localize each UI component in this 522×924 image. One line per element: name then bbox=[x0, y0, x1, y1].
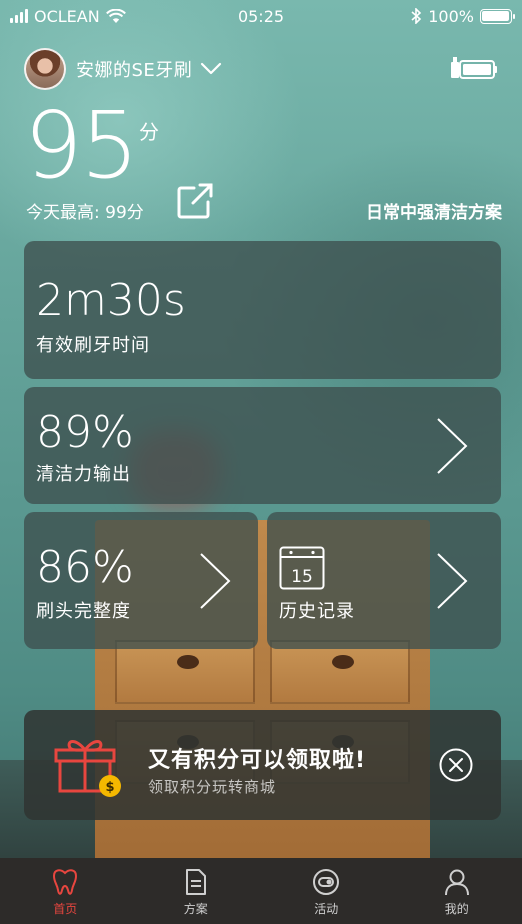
tab-plan[interactable]: 方案 bbox=[131, 858, 262, 924]
person-icon bbox=[444, 869, 469, 896]
tab-activity[interactable]: 活动 bbox=[261, 858, 392, 924]
chevron-right-icon bbox=[437, 553, 468, 609]
clock: 05:25 bbox=[237, 6, 285, 26]
battery-percentage: 100% bbox=[428, 6, 474, 26]
chevron-down-icon[interactable] bbox=[200, 62, 222, 76]
promo-title: 又有积分可以领取啦! bbox=[148, 748, 367, 773]
device-name[interactable]: 安娜的SE牙刷 bbox=[76, 56, 192, 82]
history-label: 历史记录 bbox=[279, 601, 355, 622]
avatar[interactable] bbox=[24, 48, 66, 90]
gift-icon: $ bbox=[54, 740, 121, 797]
clean-power-value: 89% bbox=[36, 407, 134, 458]
history-card[interactable]: 15 历史记录 bbox=[267, 512, 501, 649]
toothbrush-battery-icon[interactable] bbox=[450, 56, 498, 82]
clean-power-card[interactable]: 89% 清洁力输出 bbox=[24, 387, 501, 504]
tab-label: 我的 bbox=[444, 902, 469, 916]
brush-time-label: 有效刷牙时间 bbox=[36, 335, 150, 356]
calendar-day: 15 bbox=[291, 567, 313, 587]
brush-head-label: 刷头完整度 bbox=[36, 601, 131, 622]
cellular-signal-icon bbox=[10, 9, 28, 23]
wifi-icon bbox=[105, 8, 126, 23]
brush-time-card: 2m30s 有效刷牙时间 bbox=[24, 241, 501, 379]
score-unit: 分 bbox=[139, 120, 159, 144]
tab-profile[interactable]: 我的 bbox=[392, 858, 522, 924]
today-best-score: 今天最高: 99分 bbox=[26, 203, 144, 223]
device-selector[interactable]: 安娜的SE牙刷 bbox=[24, 46, 498, 92]
brush-time-value: 2m30s bbox=[36, 275, 186, 326]
clean-power-label: 清洁力输出 bbox=[36, 464, 131, 485]
dresser-drawer bbox=[270, 640, 410, 704]
promo-subtitle: 领取积分玩转商城 bbox=[148, 778, 277, 796]
close-icon[interactable] bbox=[439, 748, 473, 782]
carrier-name: OCLEAN bbox=[34, 6, 100, 26]
svg-text:$: $ bbox=[105, 780, 114, 795]
chevron-right-icon bbox=[200, 553, 231, 609]
chevron-right-icon bbox=[437, 418, 468, 474]
plan-name-link[interactable]: 日常中强清洁方案 bbox=[366, 198, 502, 223]
dresser-knob bbox=[332, 655, 354, 669]
document-icon bbox=[185, 869, 206, 895]
tab-label: 首页 bbox=[53, 902, 78, 916]
share-icon[interactable] bbox=[176, 182, 214, 220]
tooth-icon bbox=[53, 869, 78, 895]
status-bar: OCLEAN 05:25 100% bbox=[0, 0, 522, 32]
bluetooth-icon bbox=[411, 8, 422, 24]
tab-home[interactable]: 首页 bbox=[0, 858, 131, 924]
bottom-tab-bar: 首页 方案 活动 我的 bbox=[0, 858, 522, 924]
points-promo-banner[interactable]: $ 又有积分可以领取啦! 领取积分玩转商城 bbox=[24, 710, 501, 820]
dresser-drawer bbox=[115, 640, 255, 704]
battery-icon bbox=[479, 8, 515, 24]
brushing-score: 95 bbox=[24, 92, 139, 199]
tab-label: 活动 bbox=[314, 902, 339, 916]
dresser-knob bbox=[177, 655, 199, 669]
activity-icon bbox=[313, 869, 340, 895]
tab-label: 方案 bbox=[183, 902, 208, 916]
brush-head-card[interactable]: 86% 刷头完整度 bbox=[24, 512, 258, 649]
brush-head-value: 86% bbox=[36, 542, 134, 593]
